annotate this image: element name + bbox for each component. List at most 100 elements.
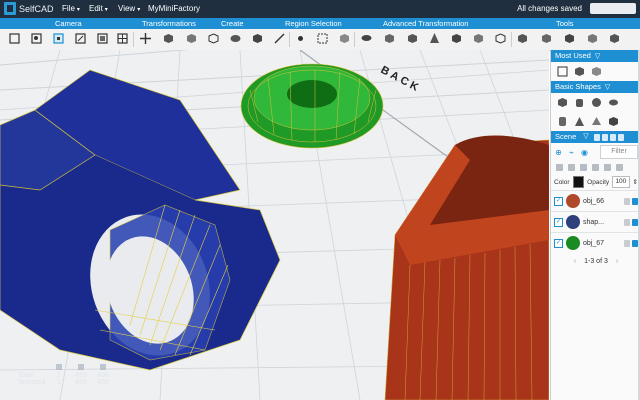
select-edge-tool-icon[interactable]: [316, 32, 329, 45]
category-create[interactable]: Create: [221, 19, 244, 28]
category-transformations[interactable]: Transformations: [142, 19, 196, 28]
category-camera[interactable]: Camera: [55, 19, 82, 28]
object-checkbox[interactable]: ✓: [554, 217, 563, 227]
pager-text: 1-3 of 3: [584, 258, 608, 265]
scene-tool-icon[interactable]: [593, 133, 600, 141]
camera-ortho-tool-icon[interactable]: [96, 32, 109, 45]
camera-view-tool-icon[interactable]: [74, 32, 87, 45]
prev-page-icon[interactable]: ‹: [574, 258, 576, 265]
category-bar: Camera Transformations Create Region Sel…: [0, 18, 640, 29]
camera-zoom-tool-icon[interactable]: [30, 32, 43, 45]
collapse-triangle-icon: ▽: [583, 133, 589, 140]
basic-shapes-row-2: [551, 112, 640, 131]
opacity-input[interactable]: 100: [612, 176, 630, 188]
rotate-tool-icon[interactable]: [185, 32, 198, 45]
collapse-triangle-icon: ▽: [594, 53, 601, 60]
camera-grid-tool-icon[interactable]: [116, 32, 129, 45]
cone-shape-icon[interactable]: [574, 116, 585, 127]
create-box-tool-icon[interactable]: [251, 32, 264, 45]
boolean-tool-icon[interactable]: [450, 32, 463, 45]
mirror-tool-icon[interactable]: [207, 32, 220, 45]
fill-tool-icon[interactable]: [472, 32, 485, 45]
scene-canvas[interactable]: BACK: [0, 50, 549, 400]
move-tool-icon[interactable]: [139, 32, 152, 45]
extrude-tool-icon[interactable]: [360, 32, 373, 45]
group-icon[interactable]: ⊕: [554, 148, 563, 157]
delete-icon[interactable]: [616, 164, 623, 171]
object-checkbox[interactable]: ✓: [554, 238, 563, 248]
total-label: Total: [18, 372, 33, 379]
object-thumbnail: [566, 215, 580, 229]
most-used-scale-icon[interactable]: [574, 66, 585, 77]
gear-shape-icon[interactable]: [608, 116, 619, 127]
create-sketch-tool-icon[interactable]: [273, 32, 286, 45]
lock-icon[interactable]: [624, 218, 630, 226]
sphere-shape-icon[interactable]: [591, 97, 602, 108]
most-used-header[interactable]: Most Used ▽: [551, 50, 640, 62]
visibility-icon[interactable]: [556, 164, 563, 171]
vertex-count-icon: [48, 364, 70, 370]
scene-object-row[interactable]: ✓ obj_66: [551, 190, 640, 211]
most-used-tools: [551, 62, 640, 81]
color-swatch[interactable]: [572, 176, 585, 188]
tools-slice-icon[interactable]: [586, 32, 599, 45]
torus-object[interactable]: [240, 63, 384, 149]
cylinder-shape-icon[interactable]: [574, 97, 585, 108]
edges-icon[interactable]: [604, 164, 611, 171]
object-checkbox[interactable]: ✓: [554, 196, 563, 206]
scene-header[interactable]: Scene ▽: [551, 131, 640, 143]
scale-tool-icon[interactable]: [162, 32, 175, 45]
search-input[interactable]: [590, 3, 636, 14]
bevel-tool-icon[interactable]: [406, 32, 419, 45]
create-shape-tool-icon[interactable]: [229, 32, 242, 45]
cube-shape-icon[interactable]: [557, 97, 568, 108]
lock-icon[interactable]: [624, 239, 630, 247]
filter-input[interactable]: Filter: [600, 145, 638, 159]
3d-viewport[interactable]: BACK Total 2 493 400 Selected 3 493 400: [0, 50, 549, 400]
scene-tool-icon[interactable]: [601, 133, 608, 141]
most-used-rotate-icon[interactable]: [591, 66, 602, 77]
scene-tool-icon[interactable]: [609, 133, 616, 141]
menu-edit[interactable]: Edit ▾: [89, 4, 108, 13]
pyramid-shape-icon[interactable]: [591, 116, 602, 127]
tools-measure-icon[interactable]: [516, 32, 529, 45]
scene-object-row[interactable]: ✓ shap...: [551, 211, 640, 232]
scene-object-row[interactable]: ✓ obj_67: [551, 232, 640, 253]
select-face-tool-icon[interactable]: [338, 32, 351, 45]
eye-icon[interactable]: ◉: [580, 148, 589, 157]
color-label: Color: [554, 178, 570, 186]
menu-file[interactable]: File ▾: [62, 4, 80, 13]
most-used-move-icon[interactable]: [557, 66, 568, 77]
select-vertex-tool-icon[interactable]: [294, 32, 307, 45]
tools-align-icon[interactable]: [540, 32, 553, 45]
menu-view[interactable]: View ▾: [118, 4, 140, 13]
caret-down-icon: ▾: [76, 7, 80, 13]
category-tools[interactable]: Tools: [556, 19, 574, 28]
selfcad-logo-icon: [4, 2, 16, 15]
selected-label: Selected: [18, 379, 46, 386]
link-icon[interactable]: ⌁: [567, 148, 576, 157]
toolbar: [0, 29, 640, 51]
deform-tool-icon[interactable]: [428, 32, 441, 45]
camera-focus-tool-icon[interactable]: [52, 32, 65, 45]
scene-tool-icon[interactable]: [617, 133, 624, 141]
torus-shape-icon[interactable]: [608, 97, 619, 108]
category-advanced-transformation[interactable]: Advanced Transformation: [383, 19, 468, 28]
scene-filter-row: ⊕ ⌁ ◉ Filter: [551, 143, 640, 161]
tools-export-icon[interactable]: [608, 32, 621, 45]
project-title[interactable]: MyMiniFactory: [148, 4, 200, 13]
tools-repair-icon[interactable]: [563, 32, 576, 45]
subdivide-tool-icon[interactable]: [383, 32, 396, 45]
tube-shape-icon[interactable]: [557, 116, 568, 127]
basic-shapes-row-1: [551, 93, 640, 112]
lock-icon[interactable]: [568, 164, 575, 171]
category-region-selection[interactable]: Region Selection: [285, 19, 342, 28]
hollow-tool-icon[interactable]: [494, 32, 507, 45]
app-logo[interactable]: SelfCAD: [4, 2, 54, 15]
wireframe-icon[interactable]: [580, 164, 587, 171]
lock-icon[interactable]: [624, 197, 630, 205]
solid-icon[interactable]: [592, 164, 599, 171]
basic-shapes-header[interactable]: Basic Shapes ▽: [551, 81, 640, 93]
next-page-icon[interactable]: ›: [616, 258, 618, 265]
camera-reset-tool-icon[interactable]: [8, 32, 21, 45]
